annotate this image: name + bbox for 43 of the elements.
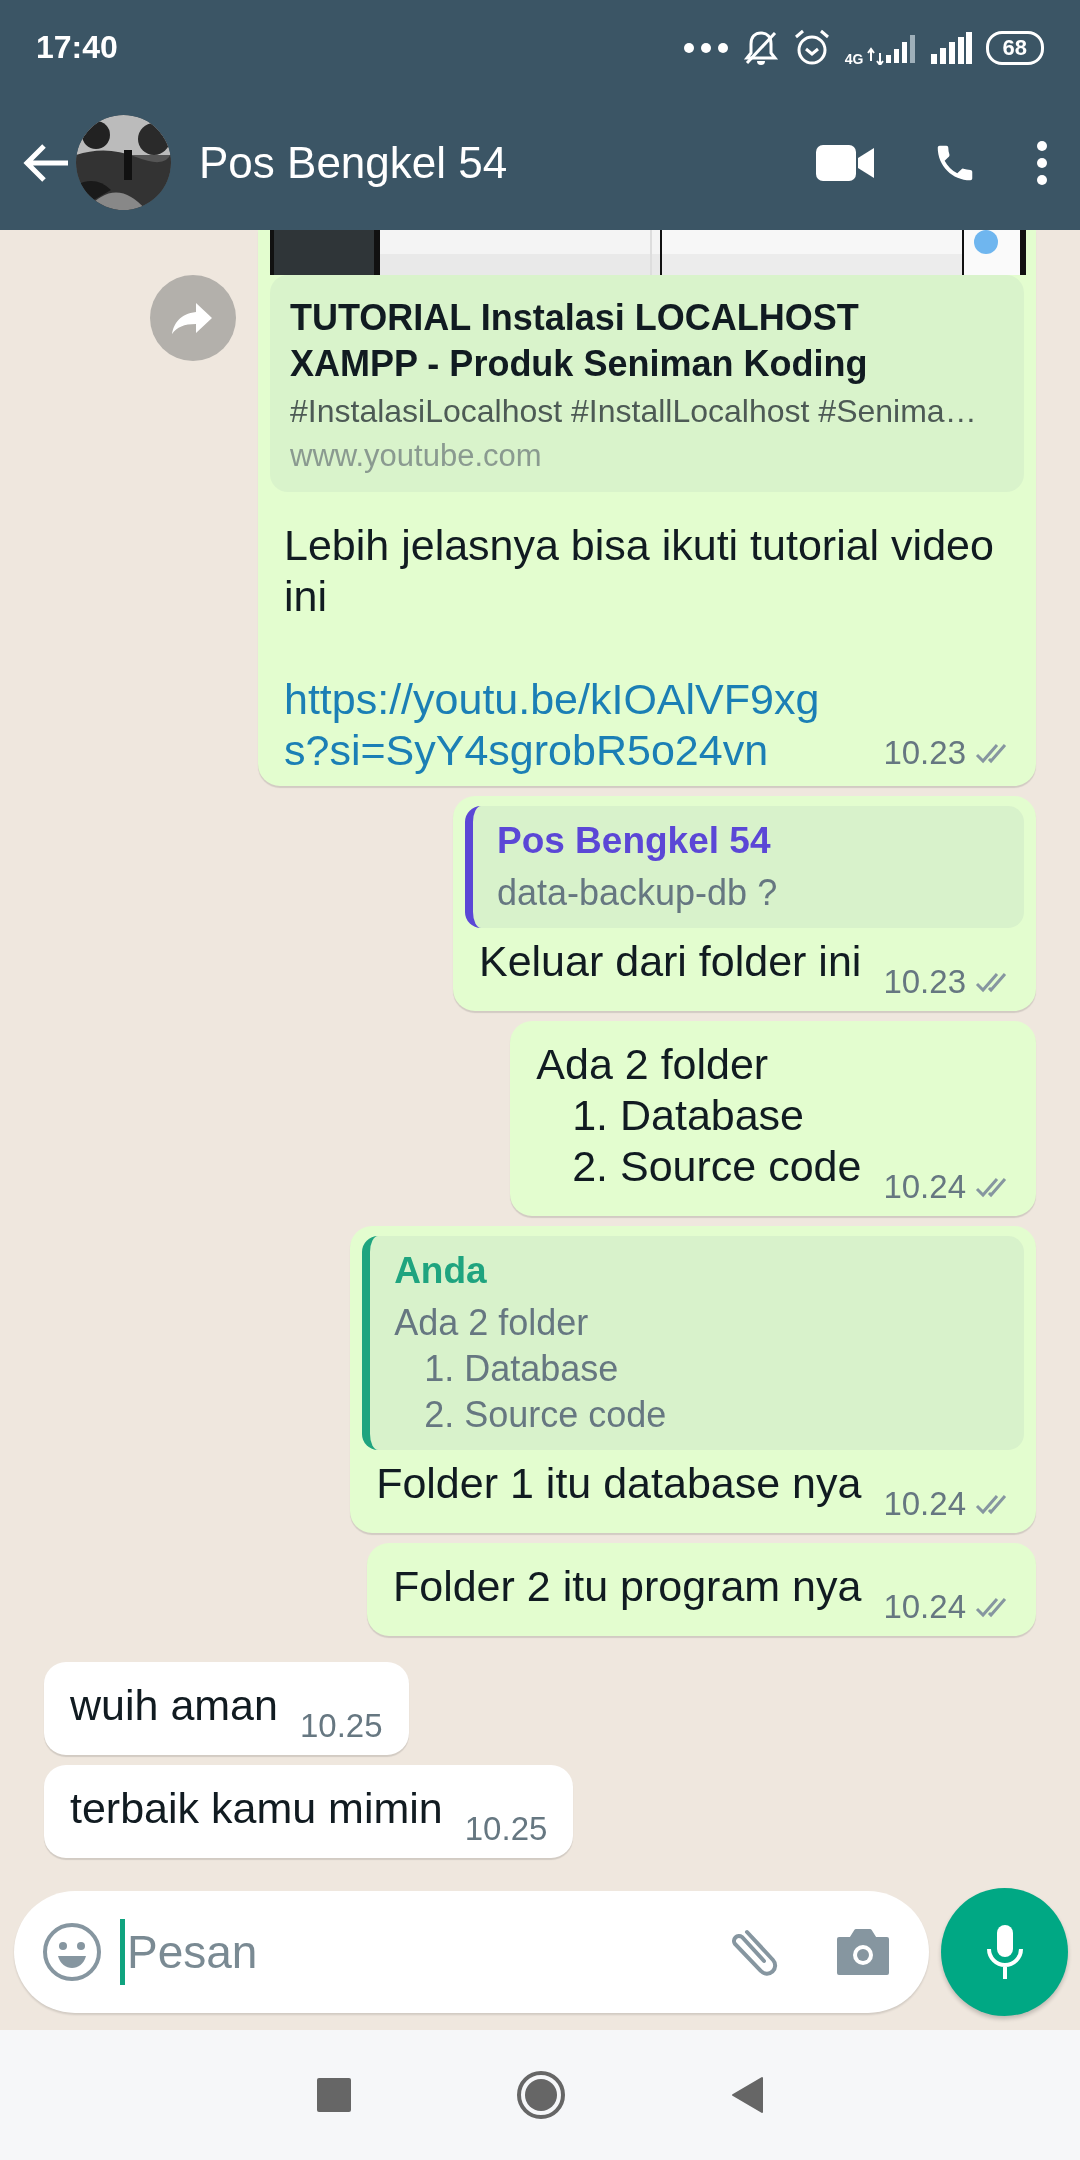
quote-text: data-backup-db ? <box>496 871 778 915</box>
link-text[interactable]: https://youtu.be/kIOAlVF9xgs?si=SyY4sgrobR5o24vn <box>284 674 862 776</box>
quoted-message[interactable]: Pos Bengkel 54 data-backup-db ? <box>464 806 1024 928</box>
message-time: 10.24 <box>883 1587 966 1627</box>
message-time: 10.24 <box>883 1484 966 1524</box>
preview-title: TUTORIAL Instalasi LOCALHOST XAMPP - Produk Seniman Koding <box>290 296 869 386</box>
preview-domain: www.youtube.com <box>290 438 543 474</box>
back-arrow-icon[interactable] <box>22 142 70 183</box>
emoji-icon[interactable] <box>42 1922 102 1982</box>
clock-time: 17:40 <box>36 29 118 66</box>
quoted-message[interactable]: Anda Ada 2 folder 1. Database 2. Source code <box>362 1236 1024 1450</box>
video-camera-icon[interactable] <box>816 144 874 181</box>
message-time: 10.25 <box>464 1809 548 1849</box>
link-preview-card[interactable]: TUTORIAL Instalasi LOCALHOST XAMPP - Produk Seniman Koding #InstalasiLocalhost #InstallLocalhost #Senima… www.youtube.com <box>270 275 1024 492</box>
message-text: terbaik kamu mimin <box>70 1784 443 1832</box>
back-icon[interactable] <box>731 2076 763 2114</box>
chat-title[interactable]: Pos Bengkel 54 <box>199 137 508 188</box>
message-text: Keluar dari folder ini <box>478 937 862 985</box>
preview-description: #InstalasiLocalhost #InstallLocalhost #Senima… <box>290 393 978 430</box>
message-input[interactable]: Pesan <box>127 1920 725 1984</box>
menu-icon[interactable] <box>1036 139 1048 186</box>
quote-author: Anda <box>394 1250 488 1292</box>
more-notifications-icon <box>682 41 729 54</box>
message-text: Folder 1 itu database nya <box>376 1459 862 1507</box>
quote-author: Pos Bengkel 54 <box>496 820 772 862</box>
alarm-clock-icon <box>792 28 831 67</box>
message-text: Lebih jelasnya bisa ikuti tutorial video ini <box>284 520 995 622</box>
message-text: Ada 2 folder 1. Database 2. Source code <box>536 1040 862 1190</box>
microphone-icon <box>984 1923 1025 1981</box>
battery-indicator: 68 <box>985 30 1044 65</box>
camera-icon[interactable] <box>835 1927 891 1977</box>
network-type-label: 4G <box>844 50 864 67</box>
message-text: Folder 2 itu program nya <box>392 1562 862 1610</box>
message-time: 10.24 <box>883 1167 966 1207</box>
signal-bars-icon <box>929 31 972 64</box>
text-cursor <box>120 1919 125 1985</box>
home-icon[interactable] <box>516 2070 566 2120</box>
message-text: wuih aman <box>70 1681 278 1729</box>
message-time: 10.23 <box>883 962 966 1002</box>
quote-text: Ada 2 folder 1. Database 2. Source code <box>394 1301 667 1437</box>
message-time: 10.25 <box>299 1706 383 1746</box>
message-time: 10.23 <box>883 733 966 773</box>
message-field[interactable]: Pesan <box>14 1891 929 2013</box>
